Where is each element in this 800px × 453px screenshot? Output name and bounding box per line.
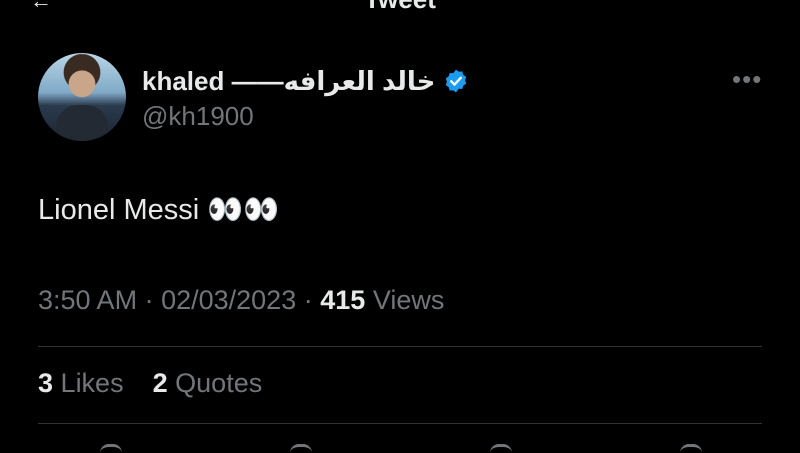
- verified-badge-icon: [446, 69, 467, 93]
- top-bar: ← Tweet: [0, 0, 800, 10]
- tweet-date[interactable]: 02/03/2023: [161, 285, 296, 315]
- reply-icon[interactable]: [100, 444, 122, 453]
- author-name-row[interactable]: khaled ——خالد العرافه: [142, 64, 469, 98]
- meta-separator: ·: [303, 285, 321, 315]
- like-icon[interactable]: [490, 444, 512, 453]
- meta-separator: ·: [144, 285, 162, 315]
- avatar-figure: [56, 105, 108, 141]
- share-icon[interactable]: [680, 444, 702, 453]
- quotes-count[interactable]: 2: [153, 368, 168, 398]
- quotes-label[interactable]: Quotes: [175, 368, 262, 398]
- divider: [38, 423, 762, 424]
- retweet-icon[interactable]: [290, 444, 312, 453]
- divider: [38, 346, 762, 347]
- likes-label[interactable]: Likes: [61, 368, 124, 398]
- likes-count[interactable]: 3: [38, 368, 53, 398]
- action-bar: [0, 444, 800, 450]
- author-display-name[interactable]: khaled ——خالد العرافه: [142, 66, 435, 97]
- author-handle[interactable]: @kh1900: [142, 101, 254, 132]
- more-options-icon[interactable]: •••: [732, 64, 762, 95]
- page-title: Tweet: [0, 0, 800, 10]
- tweet-meta: 3:50 AM · 02/03/2023 · 415 Views: [38, 285, 444, 316]
- views-count[interactable]: 415: [320, 285, 365, 315]
- tweet-text: Lionel Messi 👀👀: [38, 194, 280, 226]
- tweet-stats: 3 Likes 2 Quotes: [38, 368, 262, 399]
- avatar[interactable]: [38, 53, 126, 141]
- tweet-time[interactable]: 3:50 AM: [38, 285, 137, 315]
- views-label[interactable]: Views: [373, 285, 445, 315]
